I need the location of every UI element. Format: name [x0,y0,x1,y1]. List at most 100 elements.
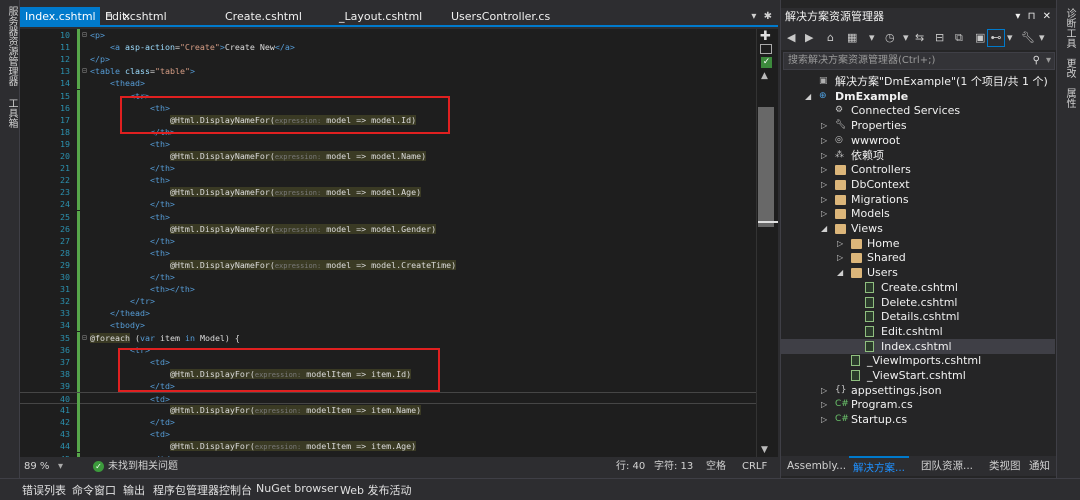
tree-item[interactable]: Details.cshtml [781,309,1055,324]
zoom-dropdown-icon[interactable]: ▾ [58,459,63,475]
collapse-all-icon[interactable]: ⊟ [935,31,944,44]
tree-item[interactable]: _ViewImports.cshtml [781,353,1055,368]
dropdown-icon[interactable]: ▾ [903,31,909,44]
tab-layout-cshtml[interactable]: _Layout.cshtml [334,7,427,27]
code-line[interactable]: 32 </tr> [20,295,756,308]
expand-arrow-icon[interactable]: ▷ [821,148,827,163]
tree-item[interactable]: ▷ ⁂ 依赖项 [781,148,1055,163]
server-explorer-tab[interactable]: 服务器资源管理器 [4,6,19,86]
code-line[interactable]: 29 @Html.DisplayNameFor(expression: mode… [20,258,756,271]
expand-arrow-icon[interactable]: ▷ [821,412,827,427]
overview-icon[interactable] [760,44,772,54]
expand-arrow-icon[interactable]: ▷ [821,162,827,177]
tab-notifications[interactable]: 通知 [1025,456,1054,476]
dropdown-icon[interactable]: ▾ [1007,31,1013,44]
tree-item[interactable]: Index.cshtml [781,338,1055,354]
properties-tab[interactable]: 属性 [1062,88,1077,108]
tree-item[interactable]: ▷ Shared [781,250,1055,265]
tree-item[interactable]: ▷ C# Program.cs [781,397,1055,412]
tree-item[interactable]: ▷ DbContext [781,177,1055,192]
code-line[interactable]: 44 @Html.DisplayFor(expression: modelIte… [20,440,756,453]
code-editor[interactable]: 10 ⊟ <p> 11 <a asp-action="Create">Create N… [20,29,756,457]
tree-item[interactable]: ▷ 🔧︎ Properties [781,118,1055,133]
code-line[interactable]: 40 <td> [20,392,756,405]
split-icon[interactable]: ✚ [760,29,771,44]
expand-arrow-icon[interactable]: ▷ [821,177,827,192]
tree-item[interactable]: ◢ ⊕ DmExample [781,89,1055,104]
tree-item[interactable]: ◢ Views [781,221,1055,236]
expand-arrow-icon[interactable]: ▷ [837,236,843,251]
tab-assembly[interactable]: Assembly... [783,456,850,476]
issues-text[interactable]: 未找到相关问题 [108,459,178,475]
code-line[interactable]: 23 @Html.DisplayNameFor(expression: mode… [20,186,756,199]
code-line[interactable]: 30 </th> [20,271,756,283]
tree-item[interactable]: ▷ Controllers [781,162,1055,177]
code-line[interactable]: 34 <tbody> [20,319,756,332]
tab-dropdown-icon[interactable]: ▾ [751,11,756,22]
code-line[interactable]: 41 @Html.DisplayFor(expression: modelIte… [20,404,756,417]
wrench-icon[interactable]: 🔧︎ [1021,31,1035,44]
code-line[interactable]: 31 <th></th> [20,283,756,296]
solution-search-input[interactable]: 搜索解决方案资源管理器(Ctrl+;) ⚲ ▾ [783,52,1055,70]
search-icon[interactable]: ⚲ [1033,53,1040,69]
pin-icon[interactable]: ⊓ [1028,11,1036,22]
tree-item[interactable]: ⚙ Connected Services [781,103,1055,118]
forward-icon[interactable]: ▶ [805,31,813,44]
tab-edit-cshtml[interactable]: Edit.cshtml [100,7,172,27]
tab-output[interactable]: 输出 [123,482,145,498]
preview-selected-icon[interactable]: ⊷ [987,29,1005,47]
code-line[interactable]: 25 <th> [20,210,756,223]
expand-arrow-icon[interactable]: ▷ [821,206,827,221]
code-line[interactable]: 43 <td> [20,428,756,441]
properties-icon[interactable]: ▣ [975,31,985,44]
back-icon[interactable]: ◀ [787,31,795,44]
tree-item[interactable]: Edit.cshtml [781,324,1055,339]
diagnostics-tab[interactable]: 诊断工具 [1062,8,1077,48]
tab-command-window[interactable]: 命令窗口 [72,482,116,498]
toolbox-tab[interactable]: 工具箱 [4,98,19,128]
tree-item[interactable]: Create.cshtml [781,280,1055,295]
collapse-arrow-icon[interactable]: ◢ [821,221,827,236]
tree-item[interactable]: ◢ Users [781,265,1055,280]
dropdown-icon[interactable]: ▾ [1039,31,1045,44]
tab-team-explorer[interactable]: 团队资源... [917,456,977,476]
tree-item[interactable]: Delete.cshtml [781,295,1055,310]
fold-icon[interactable]: ⊟ [82,65,87,77]
code-line[interactable]: 35 ⊟ @foreach (var item in Model) { [20,331,756,344]
tab-nuget-browser[interactable]: NuGet browser [256,482,338,495]
line-ending[interactable]: CRLF [742,459,767,475]
switch-views-icon[interactable]: ▦ [847,31,857,44]
search-options-icon[interactable]: ▾ [1046,53,1051,69]
code-line[interactable]: 10 ⊟ <p> [20,29,756,41]
tab-index-cshtml[interactable]: Index.cshtml ⊓ ✕ [20,7,131,27]
code-line[interactable]: 45 </td> [20,452,756,457]
scroll-down-icon[interactable]: ▼ [761,445,768,455]
tab-web-publish[interactable]: Web 发布活动 [340,482,411,498]
code-line[interactable]: 28 <th> [20,246,756,259]
tree-item[interactable]: ▷ Models [781,206,1055,221]
tree-item[interactable]: ▷ Migrations [781,192,1055,207]
expand-arrow-icon[interactable]: ▷ [821,397,827,412]
tree-item[interactable]: ▷ {} appsettings.json [781,383,1055,398]
code-line[interactable]: 27 </th> [20,234,756,247]
tree-item[interactable]: ▷ C# Startup.cs [781,412,1055,427]
expand-arrow-icon[interactable]: ▷ [821,192,827,207]
code-line[interactable]: 22 <th> [20,174,756,187]
dropdown-icon[interactable]: ▾ [869,31,875,44]
tab-userscontroller-cs[interactable]: UsersController.cs [446,7,555,27]
code-line[interactable]: 19 <th> [20,137,756,150]
code-line[interactable]: 33 </thead> [20,307,756,320]
expand-arrow-icon[interactable]: ▷ [821,118,827,133]
tree-item[interactable]: _ViewStart.cshtml [781,368,1055,383]
tree-item[interactable]: ▣ 解决方案"DmExample"(1 个项目/共 1 个) [781,74,1055,89]
expand-arrow-icon[interactable]: ▷ [837,250,843,265]
tab-package-manager-console[interactable]: 程序包管理器控制台 [153,482,252,498]
code-line[interactable]: 42 </td> [20,416,756,429]
changes-tab[interactable]: 更改 [1062,58,1077,78]
scrollbar-thumb[interactable] [758,107,774,227]
close-icon[interactable]: ✕ [1043,11,1051,22]
vertical-scrollbar[interactable]: ✚ ✓ ▲ ▼ [756,29,778,457]
dropdown-icon[interactable]: ▾ [1015,11,1020,22]
fold-icon[interactable]: ⊟ [82,332,87,344]
expand-arrow-icon[interactable]: ▷ [821,133,827,148]
